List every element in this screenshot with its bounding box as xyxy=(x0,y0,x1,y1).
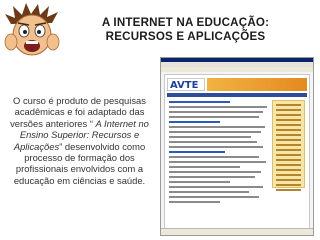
site-logo: AVTE xyxy=(167,78,205,91)
cartoon-face-illustration xyxy=(3,2,61,58)
website-page: AVTE xyxy=(164,74,310,230)
page-sidebar xyxy=(272,100,305,191)
website-screenshot: AVTE xyxy=(160,57,314,236)
slide-title: A INTERNET NA EDUCAÇÃO: RECURSOS E APLIC… xyxy=(58,16,313,44)
site-nav-bar xyxy=(167,93,307,97)
page-text-block xyxy=(169,101,271,206)
slide-title-line-1: A INTERNET NA EDUCAÇÃO: xyxy=(101,16,270,29)
browser-address-bar xyxy=(161,67,313,72)
browser-status-bar xyxy=(161,228,313,235)
slide-title-line-2: RECURSOS E APLICAÇÕES xyxy=(105,30,266,43)
course-description: O curso é produto de pesquisas acadêmica… xyxy=(3,95,156,186)
site-banner xyxy=(207,78,307,91)
